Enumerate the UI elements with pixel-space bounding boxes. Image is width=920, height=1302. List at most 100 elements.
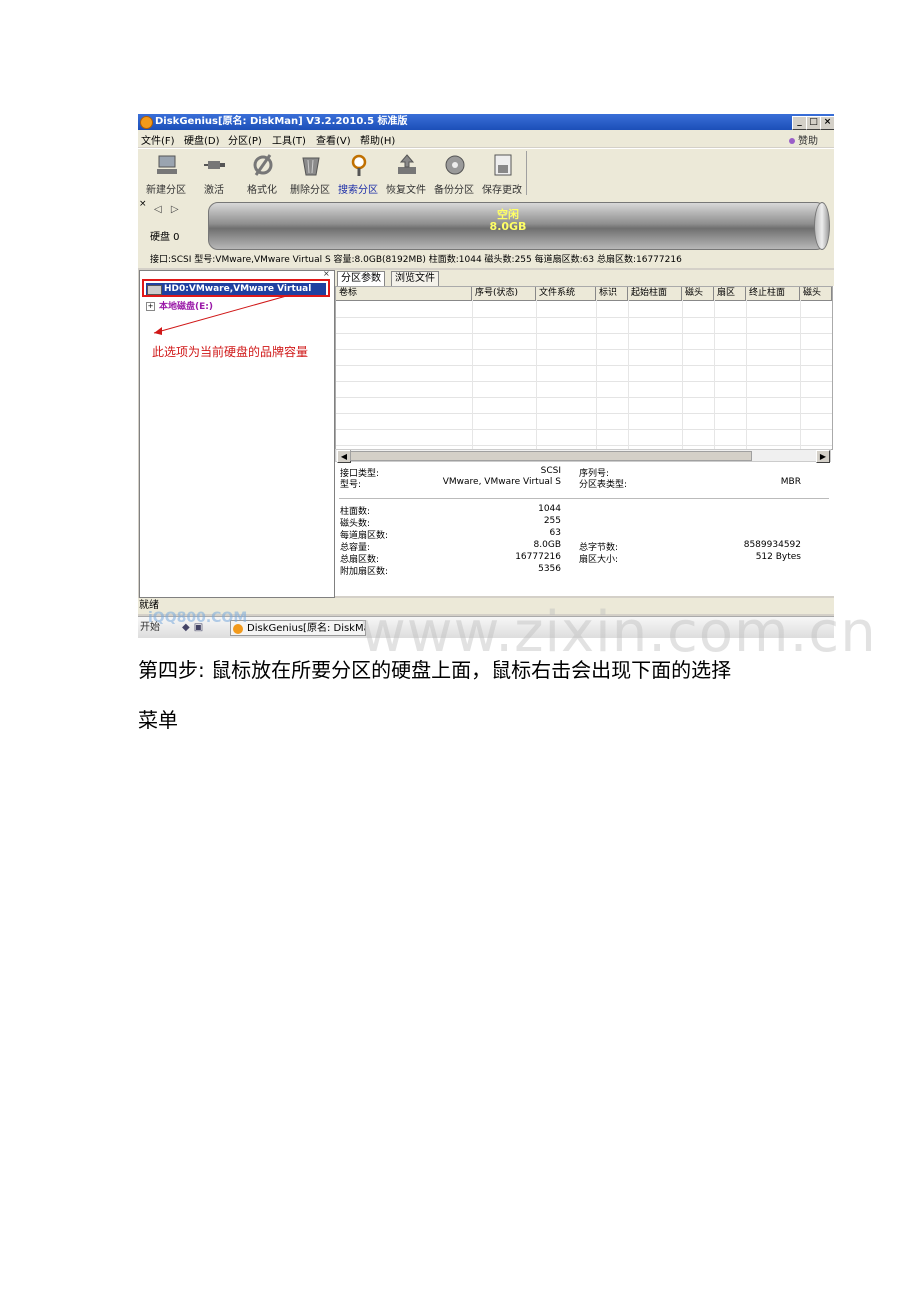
scroll-left-icon[interactable]: ◀ [337, 450, 351, 463]
column-divider [682, 300, 683, 449]
close-button[interactable]: × [820, 116, 834, 130]
tab-partition-params[interactable]: 分区参数 [337, 271, 385, 286]
free-space-text: 空闲 8.0GB [478, 209, 538, 233]
col-id[interactable]: 标识 [596, 287, 628, 300]
maximize-button[interactable]: □ [806, 116, 821, 130]
diskgenius-app-icon [140, 116, 153, 129]
table-row[interactable] [336, 333, 832, 350]
format-icon [253, 154, 273, 176]
disk-bar-end [814, 202, 830, 250]
detail-label: 分区表类型: [579, 480, 628, 490]
delete-partition-button[interactable]: 删除分区 [286, 151, 334, 196]
menu-bar: 文件(F) 硬盘(D) 分区(P) 工具(T) 查看(V) 帮助(H) 赞助 [138, 130, 834, 147]
minimize-button[interactable]: _ [792, 116, 807, 130]
table-row[interactable] [336, 413, 832, 430]
disk-map-bar: × ◁ ▷ 硬盘 0 空闲 8.0GB [138, 198, 834, 252]
toolbar-separator [526, 151, 527, 195]
detail-value: 16777216 [515, 552, 561, 562]
col-filesystem[interactable]: 文件系统 [536, 287, 596, 300]
col-end-head[interactable]: 磁头 [800, 287, 832, 300]
backup-partition-label: 备份分区 [434, 185, 474, 196]
activate-button[interactable]: 激活 [190, 151, 238, 196]
disk-info-line: 接口:SCSI 型号:VMware,VMware Virtual S 容量:8.… [138, 252, 834, 268]
menu-disk[interactable]: 硬盘(D) [184, 132, 220, 147]
search-partition-button[interactable]: 搜索分区 [334, 151, 382, 196]
col-index-status[interactable]: 序号(状态) [472, 287, 536, 300]
save-changes-icon [494, 154, 512, 176]
scroll-thumb[interactable] [350, 451, 752, 461]
detail-value: 255 [543, 516, 561, 526]
tab-strip: 分区参数 浏览文件 [335, 270, 834, 286]
free-space-size: 8.0GB [489, 220, 527, 233]
table-row[interactable] [336, 429, 832, 446]
save-changes-button[interactable]: 保存更改 [478, 151, 526, 196]
sponsor-link[interactable]: 赞助 [789, 132, 818, 147]
detail-value: 8589934592 [743, 540, 801, 550]
document-paragraph-line-2: 菜单 [138, 708, 178, 732]
activate-icon [204, 161, 225, 169]
recover-files-button[interactable]: 恢复文件 [382, 151, 430, 196]
diskgenius-screenshot: DiskGenius[原名: DiskMan] V3.2.2010.5 标准版 … [138, 114, 834, 638]
backup-partition-icon [445, 155, 465, 175]
toolbar: 新建分区 激活 格式化 删除分区 搜索分区 恢复文件 备份分区 保存更改 [138, 148, 834, 199]
detail-value: VMware, VMware Virtual S [442, 477, 561, 487]
format-button[interactable]: 格式化 [238, 151, 286, 196]
annotation-text: 此选项为当前硬盘的品牌容量 [152, 345, 309, 359]
scroll-right-icon[interactable]: ▶ [816, 450, 830, 463]
table-row[interactable] [336, 381, 832, 398]
table-row[interactable] [336, 301, 832, 318]
detail-value: 512 Bytes [755, 552, 801, 562]
table-row[interactable] [336, 317, 832, 334]
details-divider [339, 498, 829, 499]
col-head[interactable]: 磁头 [682, 287, 714, 300]
search-partition-label: 搜索分区 [338, 185, 378, 196]
menu-view[interactable]: 查看(V) [316, 132, 351, 147]
detail-value: MBR [780, 477, 801, 487]
format-label: 格式化 [247, 185, 277, 196]
search-partition-icon [351, 154, 367, 176]
table-horizontal-scrollbar[interactable]: ◀ ▶ [335, 449, 831, 463]
col-sector[interactable]: 扇区 [714, 287, 746, 300]
col-volume-label[interactable]: 卷标 [336, 287, 472, 300]
delete-partition-label: 删除分区 [290, 185, 330, 196]
detail-value: 1044 [538, 504, 561, 514]
col-end-cylinder[interactable]: 终止柱面 [746, 287, 800, 300]
disk-nav-arrows[interactable]: ◁ ▷ [154, 204, 182, 215]
partition-detail-pane: 分区参数 浏览文件 卷标 序号(状态) 文件系统 标识 起始柱面 磁头 扇区 终… [335, 270, 834, 596]
new-partition-button[interactable]: 新建分区 [142, 151, 190, 196]
taskbar-button-label: DiskGenius[原名: DiskMa... [247, 623, 365, 634]
detail-label: 扇区大小: [579, 555, 619, 565]
close-diskbar-icon[interactable]: × [139, 199, 147, 209]
small-watermark: iQQ800.COM [148, 610, 248, 626]
menu-file[interactable]: 文件(F) [141, 132, 175, 147]
new-partition-icon [157, 155, 177, 174]
column-divider [714, 300, 715, 449]
taskbar-diskgenius-button[interactable]: DiskGenius[原名: DiskMa... [230, 620, 366, 636]
table-header: 卷标 序号(状态) 文件系统 标识 起始柱面 磁头 扇区 终止柱面 磁头 [336, 287, 832, 301]
column-divider [536, 300, 537, 449]
table-row[interactable] [336, 365, 832, 382]
delete-partition-icon [302, 157, 320, 176]
recover-files-icon [398, 154, 416, 174]
column-divider [746, 300, 747, 449]
table-row[interactable] [336, 349, 832, 366]
new-partition-label: 新建分区 [146, 185, 186, 196]
menu-tools[interactable]: 工具(T) [272, 132, 306, 147]
sponsor-dot-icon [789, 138, 795, 144]
col-start-cylinder[interactable]: 起始柱面 [628, 287, 682, 300]
save-changes-label: 保存更改 [482, 185, 522, 196]
detail-label: 附加扇区数: [340, 567, 389, 577]
title-bar: DiskGenius[原名: DiskMan] V3.2.2010.5 标准版 … [138, 114, 834, 130]
table-row[interactable] [336, 397, 832, 414]
detail-value: 63 [549, 528, 561, 538]
detail-value: 5356 [538, 564, 561, 574]
document-paragraph-line-1: 第四步: 鼠标放在所要分区的硬盘上面，鼠标右击会出现下面的选择 [138, 658, 732, 682]
column-divider [628, 300, 629, 449]
detail-value: 8.0GB [533, 540, 561, 550]
sponsor-label: 赞助 [798, 136, 818, 147]
tab-browse-files[interactable]: 浏览文件 [391, 271, 439, 286]
column-divider [596, 300, 597, 449]
menu-partition[interactable]: 分区(P) [228, 132, 262, 147]
menu-help[interactable]: 帮助(H) [360, 132, 395, 147]
backup-partition-button[interactable]: 备份分区 [430, 151, 478, 196]
